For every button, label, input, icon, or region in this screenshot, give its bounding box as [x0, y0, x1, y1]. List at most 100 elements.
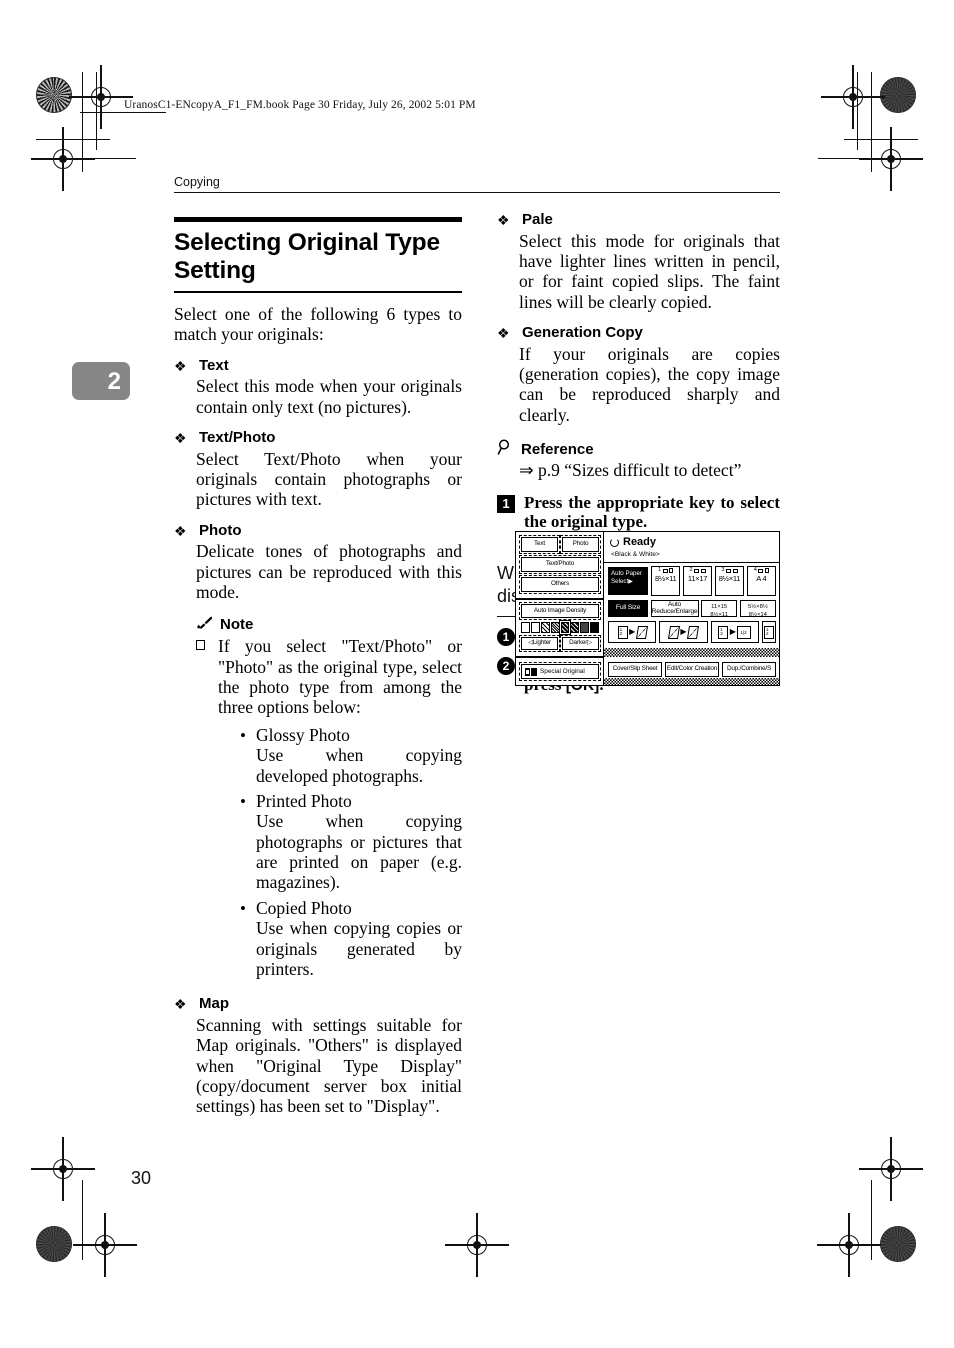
note-block: Note If you select "Text/Photo" or "Phot…: [174, 616, 462, 979]
lcd-key-photo[interactable]: Photo: [559, 534, 602, 555]
reference-body: ⇒ p.9 “Sizes difficult to detect”: [519, 460, 742, 480]
lcd-text-photo-row: Text/Photo: [518, 554, 602, 575]
page-icon: [635, 625, 648, 639]
lcd-zoom-row: Full Size Auto Reduce/Enlarge 11×15 8½×1…: [608, 600, 776, 618]
lcd-left-pane: Text Photo Text/Photo Others Auto Image …: [516, 532, 604, 685]
lcd-key-edit-color-creation[interactable]: Edit/Color Creation: [665, 662, 719, 677]
item-text-label: Text: [199, 356, 229, 374]
page-icon: [667, 625, 680, 639]
lcd-key-darker-label: Darker: [569, 639, 588, 647]
density-step-2[interactable]: [530, 622, 540, 633]
lcd-tray-1[interactable]: 1 8½×11: [651, 566, 681, 596]
density-step-8[interactable]: [590, 622, 599, 633]
lcd-key-ratio-1[interactable]: 11×15 8½×11: [701, 600, 738, 618]
lcd-key-text-photo[interactable]: Text/Photo: [518, 554, 602, 575]
page-icon: 12: [763, 625, 774, 639]
page-icon: 12: [718, 625, 729, 639]
lcd-key-auto-paper-select-label: Auto Paper Select: [611, 570, 642, 586]
note-body-text: If you select "Text/Photo" or "Photo" as…: [218, 636, 462, 718]
lcd-tray-2[interactable]: 2 11×17: [682, 566, 713, 596]
lcd-header-rule: [604, 562, 779, 564]
magnifier-icon: [497, 439, 514, 460]
lcd-key-others[interactable]: Others: [518, 574, 602, 595]
density-step-1[interactable]: [521, 622, 530, 633]
lcd-key-combine[interactable]: 12 ▶ 1|2: [710, 621, 759, 643]
lcd-key-lighter[interactable]: ◁ Lighter: [518, 634, 561, 653]
reg-cross-left-lower: [31, 1137, 95, 1201]
lcd-key-ratio-1-top: 11×15: [711, 604, 728, 610]
diamond-bullet-icon: ❖: [174, 430, 187, 447]
note-heading-label: Note: [220, 616, 254, 634]
chapter-tab: 2: [72, 362, 130, 400]
lcd-key-auto-paper-select[interactable]: Auto Paper Select▶: [608, 567, 648, 595]
item-pale-label: Pale: [522, 211, 553, 228]
arrow-icon: ▶: [680, 627, 687, 636]
running-head: Copying: [174, 175, 220, 189]
lcd-key-text[interactable]: Text: [518, 534, 561, 555]
lcd-key-cover-slip-sheet[interactable]: Cover/Slip Sheet: [608, 662, 662, 677]
lcd-key-auto-reduce-enlarge[interactable]: Auto Reduce/Enlarge: [650, 600, 699, 617]
item-pale-body: Select this mode for originals that have…: [497, 231, 780, 313]
diamond-bullet-icon: ❖: [174, 996, 187, 1013]
lcd-key-auto-image-density[interactable]: Auto Image Density: [518, 601, 602, 621]
item-photo-body: Delicate tones of photographs and pictur…: [174, 541, 462, 602]
item-generation-copy-body-text: If your originals are copies (generation…: [519, 343, 780, 425]
substep-1-number: 1: [497, 628, 515, 647]
note-heading: Note: [196, 616, 462, 633]
item-generation-copy-heading: ❖ Generation Copy: [497, 324, 780, 342]
lcd-key-darker[interactable]: Darker ▷: [559, 634, 602, 653]
item-text-photo-body: Select Text/Photo when your originals co…: [174, 449, 462, 510]
density-step-3[interactable]: [540, 622, 550, 633]
step-1-text: Press the appropriate key to select the …: [524, 492, 780, 532]
lcd-status-label: Ready: [623, 536, 657, 548]
lcd-panel-figure: Text Photo Text/Photo Others Auto Image …: [515, 531, 780, 686]
chapter-tab-number: 2: [107, 368, 121, 395]
reg-star-bottom-right: [880, 1226, 916, 1262]
substep-2-number: 2: [497, 657, 515, 676]
reg-cross-bottom-right: [817, 1213, 881, 1277]
lcd-density-scale[interactable]: [521, 620, 599, 635]
lcd-key-ratio-2[interactable]: 5½×8½ 8½×14: [739, 600, 776, 618]
item-text-photo-label: Text/Photo: [199, 429, 276, 447]
item-pale-body-text: Select this mode for originals that have…: [519, 230, 780, 312]
density-step-7[interactable]: [580, 622, 590, 633]
lcd-key-duplex-2to2[interactable]: ▶: [659, 621, 708, 643]
lcd-auto-density-row: Auto Image Density: [518, 601, 602, 621]
sub-item-title: Glossy Photo: [256, 724, 350, 745]
reg-cross-right-lower: [859, 1137, 923, 1201]
special-original-icon: [525, 667, 537, 676]
item-text-photo-body-text: Select Text/Photo when your originals co…: [196, 448, 462, 510]
lcd-right-pane: Ready <Black & White> Auto Paper Select▶…: [604, 532, 779, 685]
lcd-key-more[interactable]: 12: [761, 621, 776, 643]
item-map-body: Scanning with settings suitable for Map …: [174, 1015, 462, 1117]
lcd-key-duplex-1to2[interactable]: 12 ▶: [608, 621, 657, 643]
title-rule-top: [174, 217, 462, 222]
item-pale-heading: ❖ Pale: [497, 211, 780, 229]
item-photo-label: Photo: [199, 521, 242, 539]
page-title: Selecting Original Type Setting: [174, 229, 440, 284]
lcd-tray-4[interactable]: 4 A 4: [746, 566, 776, 596]
diamond-bullet-icon: ❖: [497, 212, 510, 228]
density-step-4[interactable]: [550, 622, 560, 633]
density-step-5-selected[interactable]: [558, 620, 572, 635]
lcd-bottom-row: Cover/Slip Sheet Edit/Color Creation Dup…: [608, 662, 776, 677]
note-sub-list: • Glossy Photo Use when copying develope…: [218, 725, 462, 980]
dot-bullet-icon: •: [240, 725, 246, 745]
page-icon: 12: [617, 625, 628, 639]
lcd-key-full-size[interactable]: Full Size: [608, 600, 649, 617]
item-generation-copy: ❖ Generation Copy If your originals are …: [497, 324, 780, 425]
lcd-lighter-darker-row: ◁ Lighter Darker ▷: [518, 634, 602, 653]
lcd-key-dup-combine[interactable]: Dup./Combine/S: [722, 662, 776, 677]
left-column: Selecting Original Type Setting Select o…: [174, 212, 462, 1117]
reg-star-top-left: [36, 77, 72, 113]
lcd-tray-3[interactable]: 3 8½×11: [714, 566, 745, 596]
density-step-6[interactable]: [570, 622, 580, 633]
lcd-key-special-original[interactable]: Special Original: [518, 661, 602, 682]
running-head-rule: [174, 192, 780, 194]
title-rule-bottom: [174, 290, 462, 294]
item-text-body-text: Select this mode when your originals con…: [196, 376, 462, 417]
step-1-number: 1: [497, 494, 515, 513]
lcd-key-special-original-label: Special Original: [540, 668, 585, 675]
lcd-tray-row: 1 8½×11 2 11×17 3 8½×11 4 A 4: [651, 566, 776, 596]
dot-bullet-icon: •: [240, 791, 246, 811]
